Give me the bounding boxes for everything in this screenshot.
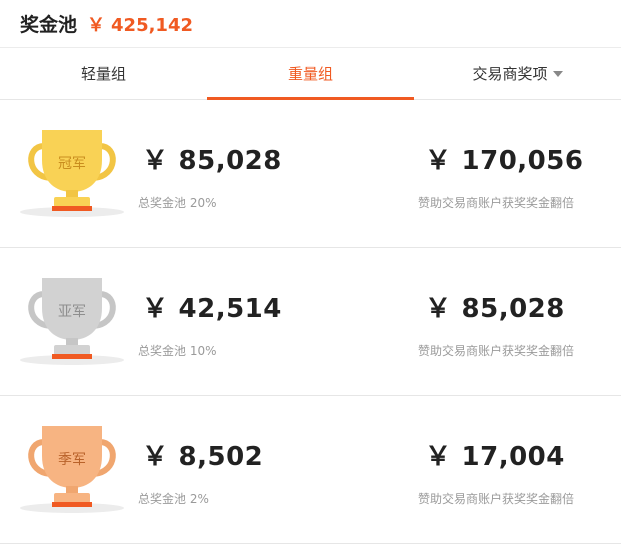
tab-heavy-group-label: 重量组 [287, 65, 333, 83]
prize-currency: ￥ [142, 442, 169, 472]
prize-row-champion: 冠军 ￥ 85,028 总奖金池 20% ￥ 170,056 赞助交易商账户获奖奖金… [0, 100, 621, 248]
broker-bonus-amount: ￥ 17,004 [425, 436, 565, 473]
bonus-currency: ￥ [425, 442, 452, 472]
prize-amount: ￥ 42,514 [142, 288, 282, 325]
prize-pool-share: 总奖金池 20% [138, 196, 217, 210]
broker-bonus-note: 赞助交易商账户获奖奖金翻倍 [418, 344, 575, 358]
trophy-rank-label: 季军 [58, 452, 86, 468]
bonus-value: 85,028 [461, 294, 565, 324]
trophy-rank-label: 冠军 [58, 156, 86, 172]
bonus-currency: ￥ [425, 294, 452, 324]
prize-value: 8,502 [178, 442, 264, 472]
prize-value: 85,028 [178, 146, 282, 176]
prize-currency: ￥ [142, 146, 169, 176]
gold-trophy-icon: 冠军 [20, 130, 124, 217]
broker-bonus-amount: ￥ 85,028 [425, 288, 565, 325]
prize-amount: ￥ 85,028 [142, 140, 282, 177]
bronze-trophy-icon: 季军 [20, 426, 124, 513]
broker-bonus-note: 赞助交易商账户获奖奖金翻倍 [418, 196, 575, 210]
tab-light-group-label: 轻量组 [80, 65, 126, 83]
prize-pool-share: 总奖金池 10% [138, 344, 217, 358]
chevron-down-icon [552, 70, 563, 77]
group-tabs: 轻量组 重量组 交易商奖项 [0, 48, 621, 100]
bonus-currency: ￥ [425, 146, 452, 176]
tab-light-group[interactable]: 轻量组 [0, 48, 207, 99]
tab-broker-awards-label: 交易商奖项 [472, 65, 548, 83]
prize-pool-header: 奖金池 ￥ 425,142 [0, 0, 621, 48]
tab-broker-awards[interactable]: 交易商奖项 [414, 48, 621, 99]
broker-bonus-note: 赞助交易商账户获奖奖金翻倍 [418, 492, 575, 506]
bonus-value: 170,056 [461, 146, 584, 176]
prize-row-third: 季军 ￥ 8,502 总奖金池 2% ￥ 17,004 赞助交易商账户获奖奖金翻倍 [0, 396, 621, 544]
silver-trophy-icon: 亚军 [20, 278, 124, 365]
prize-pool-amount: 425,142 [111, 14, 193, 36]
prize-pool-currency: ￥ [87, 14, 106, 36]
bonus-value: 17,004 [461, 442, 565, 472]
trophy-rank-label: 亚军 [58, 304, 86, 320]
prize-pool-share: 总奖金池 2% [138, 492, 209, 506]
prize-row-runner-up: 亚军 ￥ 42,514 总奖金池 10% ￥ 85,028 赞助交易商账户获奖奖金翻… [0, 248, 621, 396]
prize-amount: ￥ 8,502 [142, 436, 263, 473]
tab-heavy-group[interactable]: 重量组 [207, 48, 414, 100]
broker-bonus-amount: ￥ 170,056 [425, 140, 583, 177]
prize-value: 42,514 [178, 294, 282, 324]
prize-pool-total: ￥ 425,142 [87, 11, 193, 37]
prize-currency: ￥ [142, 294, 169, 324]
prize-pool-title: 奖金池 [20, 14, 78, 36]
